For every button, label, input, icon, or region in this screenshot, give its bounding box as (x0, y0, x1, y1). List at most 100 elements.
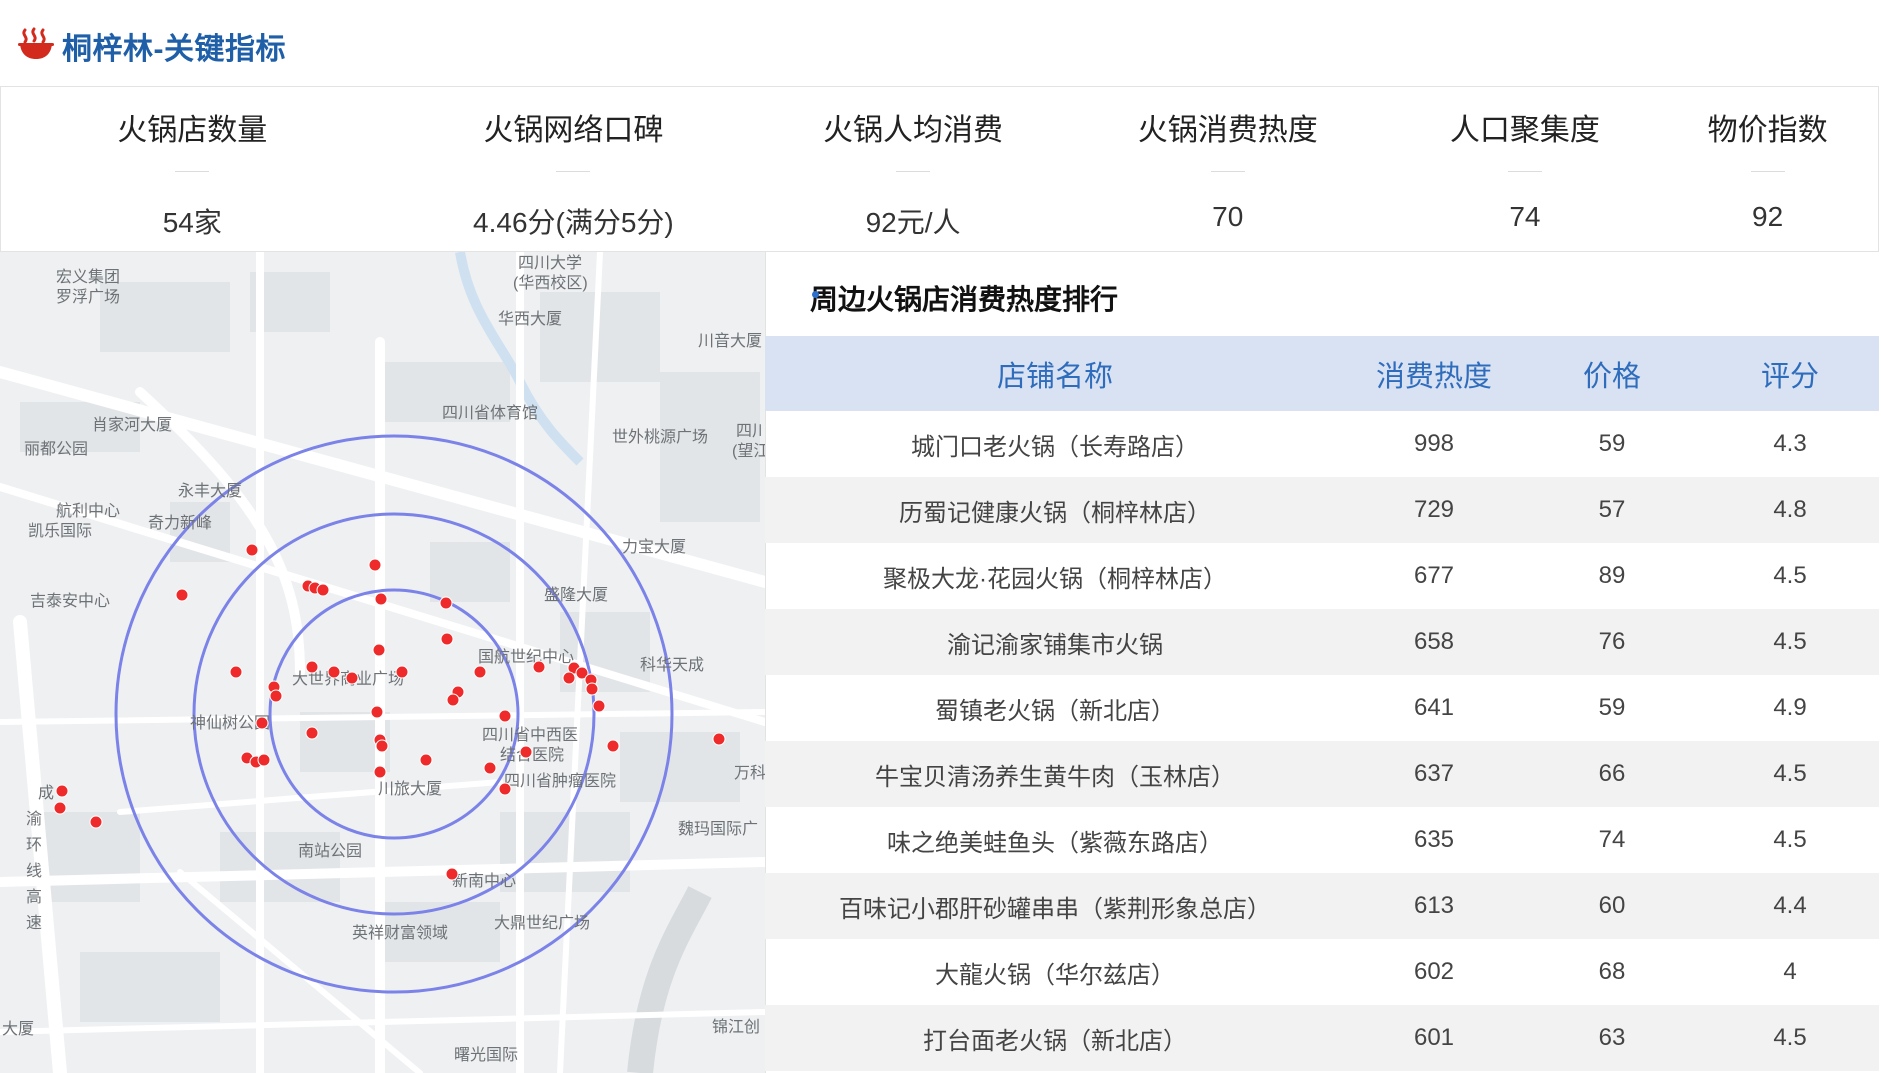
store-marker[interactable] (375, 739, 389, 753)
map-blocks (20, 272, 760, 1022)
map-label: 盛隆大厦 (544, 586, 608, 604)
store-marker[interactable] (327, 665, 341, 679)
store-marker[interactable] (519, 745, 533, 759)
table-row[interactable]: 历蜀记健康火锅（桐梓林店） 729 57 4.8 (765, 477, 1879, 543)
store-marker[interactable] (606, 739, 620, 753)
column-header-store-name[interactable]: 店铺名称 (765, 336, 1345, 411)
store-marker[interactable] (562, 671, 576, 685)
store-marker[interactable] (439, 596, 453, 610)
kpi-divider (1507, 171, 1542, 172)
map-label: (望江 (732, 442, 765, 460)
map-label: 线 (26, 862, 42, 880)
store-marker[interactable] (55, 784, 69, 798)
map-label: 科华天成 (640, 656, 704, 674)
store-marker[interactable] (498, 782, 512, 796)
store-marker[interactable] (245, 543, 259, 557)
table-row[interactable]: 百味记小郡肝砂罐串串（紫荆形象总店） 613 60 4.4 (765, 873, 1879, 939)
store-name-cell: 城门口老火锅（长寿路店） (911, 433, 1199, 461)
store-marker[interactable] (395, 665, 409, 679)
store-marker[interactable] (373, 765, 387, 779)
map-label: 奇力新峰 (148, 514, 212, 532)
rating-cell: 4.5 (1701, 609, 1879, 675)
store-marker[interactable] (305, 660, 319, 674)
kpi-label: 火锅网络口碑 (483, 114, 664, 147)
map-label: 四川省中西医 (482, 726, 578, 744)
column-header-price[interactable]: 价格 (1523, 336, 1701, 411)
map-label: 成 (38, 784, 54, 802)
map-label: 环 (26, 837, 42, 854)
store-marker[interactable] (712, 732, 726, 746)
store-marker[interactable] (255, 716, 269, 730)
map-label: 四川 (736, 423, 765, 440)
rating-cell: 4.5 (1773, 826, 1807, 853)
store-name-cell: 百味记小郡肝砂罐串串（紫荆形象总店） (765, 873, 1345, 939)
map-label: 川音大厦 (698, 332, 762, 350)
kpi-value: 74 (1509, 201, 1541, 232)
store-name-cell: 蜀镇老火锅（新北店） (935, 697, 1175, 725)
rating-cell: 4 (1783, 958, 1797, 985)
map-label: 南站公园 (298, 842, 362, 860)
table-row[interactable]: 聚极大龙·花园火锅（桐梓林店） 677 89 4.5 (765, 543, 1879, 609)
column-header-rating[interactable]: 评分 (1701, 336, 1879, 411)
map-label: 丽都公园 (24, 440, 88, 458)
map-label: 川旅大厦 (378, 780, 442, 798)
store-marker[interactable] (592, 699, 606, 713)
kpi-label: 火锅消费热度 (1137, 114, 1318, 147)
map-canvas[interactable]: 宏义集团 罗浮广场 四川大学 (华西校区) 华西大厦 川音大厦 四川省体育馆 肖… (0, 252, 765, 1073)
store-marker[interactable] (440, 632, 454, 646)
price-cell: 68 (1598, 958, 1626, 985)
store-marker[interactable] (532, 660, 546, 674)
store-marker[interactable] (175, 588, 189, 602)
store-marker[interactable] (305, 726, 319, 740)
table-row[interactable]: 味之绝美蛙鱼头（紫薇东路店） 635 74 4.5 (765, 807, 1879, 873)
store-marker[interactable] (372, 643, 386, 657)
store-marker[interactable] (316, 583, 330, 597)
store-marker[interactable] (419, 753, 433, 767)
table-row[interactable]: 牛宝贝清汤养生黄牛肉（玉林店） 637 66 4.5 (765, 741, 1879, 807)
table-header-row: 店铺名称 消费热度 价格 评分 (765, 336, 1879, 411)
table-row[interactable]: 蜀镇老火锅（新北店） 641 59 4.9 (765, 675, 1879, 741)
store-marker[interactable] (585, 682, 599, 696)
map-label: 四川大学 (518, 254, 582, 272)
store-name-cell: 牛宝贝清汤养生黄牛肉（玉林店） (765, 741, 1345, 807)
rating-cell: 4.3 (1773, 430, 1807, 457)
kpi-label: 人口聚集度 (1449, 114, 1600, 147)
kpi-value: 4.46分(满分5分) (473, 207, 674, 238)
column-header-heat[interactable]: 消费热度 (1345, 336, 1523, 411)
map-label: 国航世纪中心 (478, 648, 574, 666)
map-label: 结合医院 (500, 746, 564, 764)
kpi-divider (896, 171, 931, 172)
map-label: 万科 (734, 764, 765, 782)
rating-cell: 4.5 (1773, 562, 1807, 589)
map-label: 四川省肿瘤医院 (504, 772, 616, 790)
map-label: 锦江创 (712, 1018, 760, 1036)
store-marker[interactable] (370, 705, 384, 719)
table-row[interactable]: 大龍火锅（华尔兹店） 602 68 4 (765, 939, 1879, 1005)
store-marker[interactable] (257, 753, 271, 767)
store-marker[interactable] (345, 671, 359, 685)
kpi-divider (175, 171, 210, 172)
store-marker[interactable] (483, 761, 497, 775)
store-marker[interactable] (368, 558, 382, 572)
map-label: 大厦 (2, 1020, 34, 1038)
table-row[interactable]: 渝记渝家铺集市火锅 658 76 4.5 (765, 609, 1879, 675)
store-marker[interactable] (498, 709, 512, 723)
store-marker[interactable] (374, 592, 388, 606)
map-label: 魏玛国际广 (678, 820, 758, 838)
price-cell: 66 (1523, 741, 1701, 807)
rating-cell: 4.8 (1701, 477, 1879, 543)
table-row[interactable]: 打台面老火锅（新北店） 601 63 4.5 (765, 1005, 1879, 1071)
map-label: 四川省体育馆 (442, 404, 538, 422)
page-title: 桐梓林-关键指标 (62, 33, 286, 66)
kpi-consumption-heat: 火锅消费热度 70 (1063, 87, 1393, 251)
store-marker[interactable] (473, 665, 487, 679)
store-marker[interactable] (445, 867, 459, 881)
store-marker[interactable] (53, 801, 67, 815)
area-map[interactable]: 宏义集团 罗浮广场 四川大学 (华西校区) 华西大厦 川音大厦 四川省体育馆 肖… (0, 252, 765, 1073)
store-marker[interactable] (89, 815, 103, 829)
store-marker[interactable] (269, 689, 283, 703)
table-row[interactable]: 城门口老火锅（长寿路店） 998 59 4.3 (765, 411, 1879, 477)
map-label: (华西校区) (513, 274, 588, 292)
store-marker[interactable] (229, 665, 243, 679)
store-marker[interactable] (446, 693, 460, 707)
